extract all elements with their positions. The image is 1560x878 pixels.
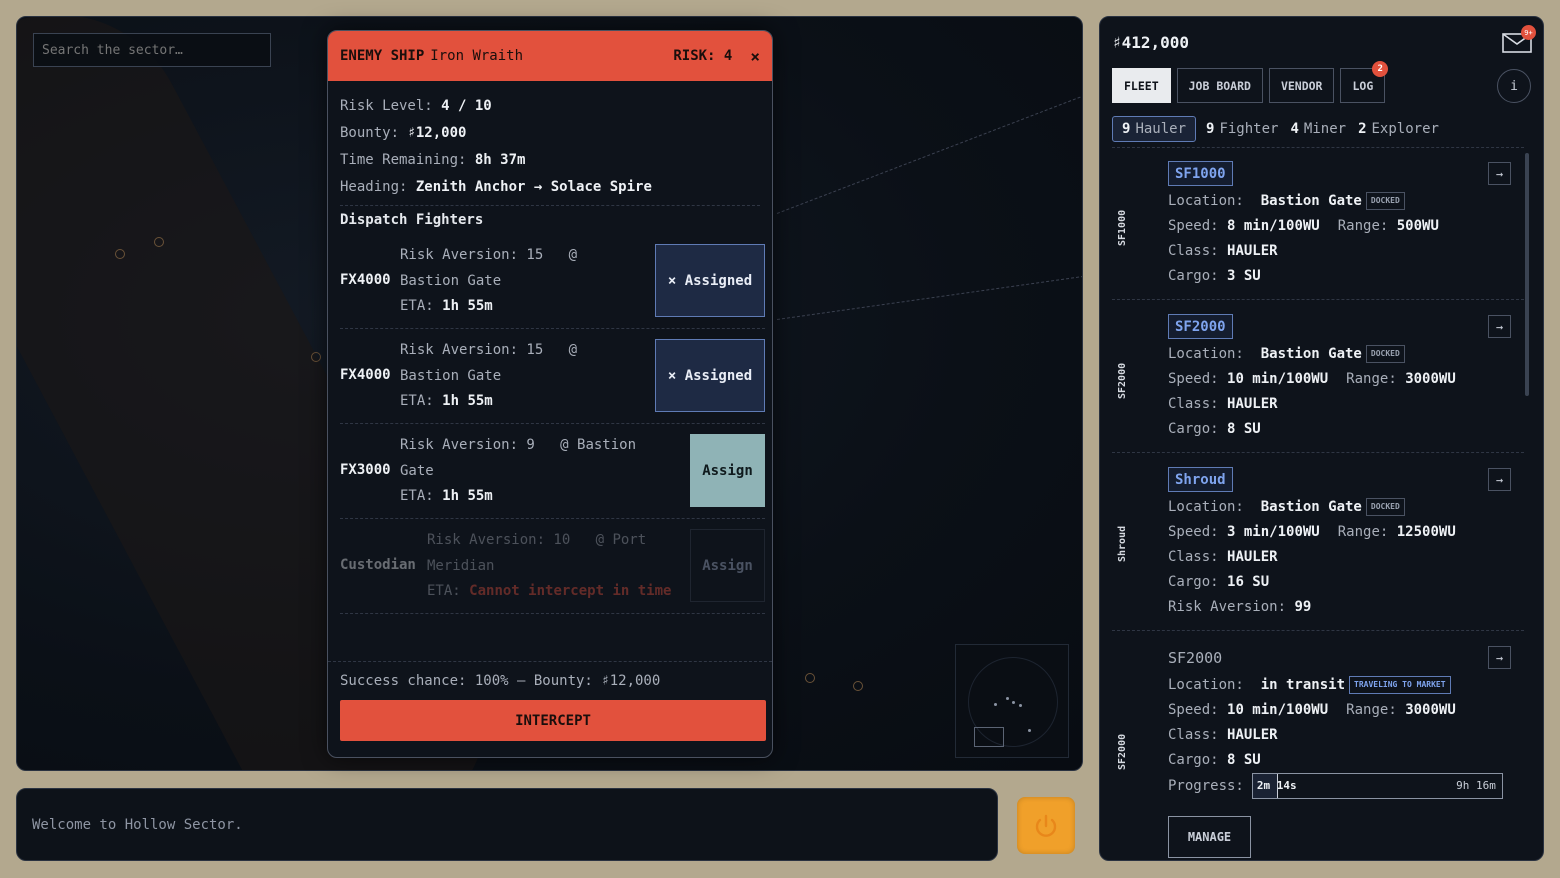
map-node[interactable] <box>115 249 125 259</box>
manage-button[interactable]: MANAGE <box>1168 816 1251 858</box>
route-line <box>776 275 1082 320</box>
minimap-dot <box>1012 701 1015 704</box>
status-badge: TRAVELING TO MARKET <box>1349 676 1451 694</box>
enemy-info: Risk Level: 4 / 10 Bounty: ♯12,000 Time … <box>328 81 772 201</box>
tab-vendor[interactable]: VENDOR <box>1268 68 1335 103</box>
filter-fighter[interactable]: 9 Fighter <box>1204 116 1280 142</box>
ship-name[interactable]: SF2000 <box>1168 645 1222 670</box>
arrow-right-icon[interactable]: → <box>1488 646 1511 669</box>
ship-vertical-label: SF2000 <box>1117 362 1128 400</box>
fighter-row: FX4000 Risk Aversion: 15 @ Bastion Gate … <box>340 234 765 329</box>
arrow-right-icon[interactable]: → <box>1488 468 1511 491</box>
tab-job-board[interactable]: JOB BOARD <box>1176 68 1263 103</box>
unassign-button[interactable]: × Assigned <box>655 339 765 412</box>
fighter-details: Risk Aversion: 15 @ Bastion Gate ETA: 1h… <box>400 247 578 314</box>
heading-row: Heading: Zenith Anchor → Solace Spire <box>340 179 652 195</box>
bounty-row: Bounty: ♯12,000 <box>340 125 467 141</box>
fighter-code: FX4000 <box>340 367 391 383</box>
enemy-name: Iron Wraith <box>430 48 524 64</box>
success-chance: Success chance: 100% — Bounty: ♯12,000 <box>340 673 661 689</box>
minimap-viewport[interactable] <box>974 727 1004 747</box>
fighter-code: FX4000 <box>340 272 391 288</box>
ship-stats: Location: Bastion Gate DOCKED Speed: 8 mi… <box>1168 192 1439 284</box>
console-message: Welcome to Hollow Sector. <box>32 816 243 833</box>
close-icon[interactable]: × <box>750 47 760 66</box>
tab-bar: FLEET JOB BOARD VENDOR LOG 2 <box>1112 61 1389 103</box>
unassign-button[interactable]: × Assigned <box>655 244 765 317</box>
status-badge: DOCKED <box>1365 498 1405 516</box>
route-line <box>776 94 1082 214</box>
fighter-details: Risk Aversion: 15 @ Bastion Gate ETA: 1h… <box>400 342 578 409</box>
time-remaining-row: Time Remaining: 8h 37m <box>340 152 526 168</box>
ship-stats: Location: Bastion Gate DOCKED Speed: 10 m… <box>1168 345 1456 437</box>
ship-card: SF2000 SF2000 → Location: Bastion Gate DO… <box>1112 301 1524 453</box>
log-badge: 2 <box>1372 61 1389 77</box>
ship-vertical-label: SF2000 <box>1117 733 1128 771</box>
minimap-dot <box>1019 704 1022 707</box>
fleet-panel: ♯412,000 9+ FLEET JOB BOARD VENDOR LOG 2 … <box>1099 16 1544 861</box>
map-node[interactable] <box>311 352 321 362</box>
modal-footer: Success chance: 100% — Bounty: ♯12,000 I… <box>328 661 772 757</box>
fighter-row: Custodian Risk Aversion: 10 @ Port Merid… <box>340 519 765 614</box>
filter-explorer[interactable]: 2 Explorer <box>1356 116 1441 142</box>
ship-stats: Location: Bastion Gate DOCKED Speed: 3 mi… <box>1168 498 1456 615</box>
power-icon <box>1035 814 1057 837</box>
minimap-dot <box>1028 729 1031 732</box>
mail-badge: 9+ <box>1521 25 1536 40</box>
ship-vertical-label: SF1000 <box>1117 209 1128 247</box>
fighter-details: Risk Aversion: 10 @ Port Meridian ETA: C… <box>427 532 672 599</box>
progress-bar: 2m 14s 9h 16m <box>1251 773 1503 799</box>
status-badge: DOCKED <box>1365 192 1405 210</box>
intercept-button[interactable]: INTERCEPT <box>340 700 766 741</box>
ship-name[interactable]: Shroud <box>1168 467 1233 492</box>
tab-fleet[interactable]: FLEET <box>1112 68 1171 103</box>
fighter-details: Risk Aversion: 9 @ Bastion Gate ETA: 1h … <box>400 437 637 504</box>
enemy-label: ENEMY SHIP <box>340 48 425 64</box>
fighter-row: FX3000 Risk Aversion: 9 @ Bastion Gate E… <box>340 424 765 519</box>
minimap[interactable] <box>955 644 1069 758</box>
fighter-code: Custodian <box>340 557 416 573</box>
risk-badge: RISK: 4 <box>673 48 733 64</box>
power-button[interactable] <box>1017 797 1075 854</box>
ship-card: Shroud Shroud → Location: Bastion Gate DO… <box>1112 454 1524 631</box>
search-input[interactable] <box>33 33 271 67</box>
dispatch-title: Dispatch Fighters <box>340 212 484 228</box>
arrow-right-icon[interactable]: → <box>1488 315 1511 338</box>
ship-type-filters: 9 Hauler 9 Fighter 4 Miner 2 Explorer <box>1112 116 1441 142</box>
fighter-code: FX3000 <box>340 462 391 478</box>
map-node[interactable] <box>805 673 815 683</box>
ship-card: SF2000 SF2000 → Location: in transit TRAV… <box>1112 632 1524 860</box>
assign-button[interactable]: Assign <box>690 434 765 507</box>
ship-card: SF1000 SF1000 → Location: Bastion Gate DO… <box>1112 148 1524 300</box>
fighter-row: FX4000 Risk Aversion: 15 @ Bastion Gate … <box>340 329 765 424</box>
filter-miner[interactable]: 4 Miner <box>1288 116 1348 142</box>
ship-name[interactable]: SF2000 <box>1168 314 1233 339</box>
info-icon[interactable]: i <box>1497 69 1531 103</box>
assign-button-disabled: Assign <box>690 529 765 602</box>
risk-level-row: Risk Level: 4 / 10 <box>340 98 492 114</box>
map-node[interactable] <box>853 681 863 691</box>
status-badge: DOCKED <box>1365 345 1405 363</box>
ship-vertical-label: Shroud <box>1117 525 1128 563</box>
map-node[interactable] <box>154 237 164 247</box>
enemy-ship-modal: ENEMY SHIP Iron Wraith RISK: 4 × Risk Le… <box>327 30 773 758</box>
arrow-right-icon[interactable]: → <box>1488 162 1511 185</box>
credits-balance: ♯412,000 <box>1112 33 1190 52</box>
message-console: Welcome to Hollow Sector. <box>16 788 998 861</box>
modal-header: ENEMY SHIP Iron Wraith RISK: 4 × <box>328 31 772 81</box>
ship-name[interactable]: SF1000 <box>1168 161 1233 186</box>
scrollbar[interactable] <box>1525 153 1529 396</box>
tab-log[interactable]: LOG 2 <box>1340 61 1389 103</box>
minimap-dot <box>994 703 997 706</box>
filter-hauler[interactable]: 9 Hauler <box>1112 116 1197 142</box>
ship-stats: Location: in transit TRAVELING TO MARKET … <box>1168 673 1503 799</box>
minimap-dot <box>1006 697 1009 700</box>
